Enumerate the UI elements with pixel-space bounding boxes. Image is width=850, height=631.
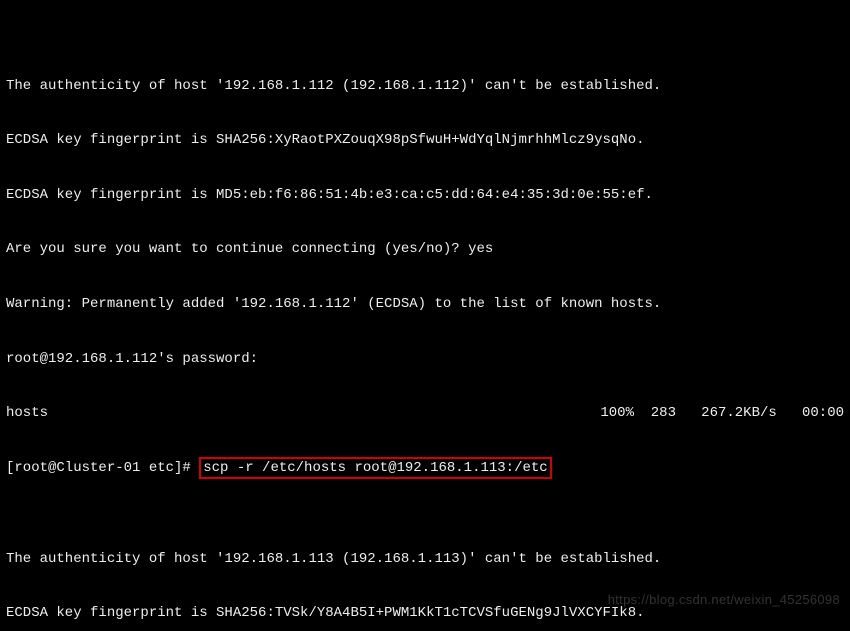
output-line: root@192.168.1.112's password: bbox=[6, 350, 844, 368]
transfer-stats: 100% 283 267.2KB/s 00:00 bbox=[600, 404, 844, 422]
shell-prompt: [root@Cluster-01 etc]# bbox=[6, 460, 199, 476]
scp-progress-line: hosts 100% 283 267.2KB/s 00:00 bbox=[6, 404, 844, 422]
output-line: The authenticity of host '192.168.1.112 … bbox=[6, 77, 844, 95]
output-line: Warning: Permanently added '192.168.1.11… bbox=[6, 295, 844, 313]
output-line: ECDSA key fingerprint is MD5:eb:f6:86:51… bbox=[6, 186, 844, 204]
terminal-output[interactable]: The authenticity of host '192.168.1.112 … bbox=[0, 0, 850, 631]
output-line: ECDSA key fingerprint is SHA256:XyRaotPX… bbox=[6, 131, 844, 149]
output-line: Are you sure you want to continue connec… bbox=[6, 240, 844, 258]
output-line: The authenticity of host '192.168.1.113 … bbox=[6, 550, 844, 568]
shell-prompt-line: [root@Cluster-01 etc]# scp -r /etc/hosts… bbox=[6, 459, 844, 477]
highlighted-command: scp -r /etc/hosts root@192.168.1.113:/et… bbox=[199, 457, 551, 479]
output-line: ECDSA key fingerprint is SHA256:TVSk/Y8A… bbox=[6, 604, 844, 622]
transfer-file: hosts bbox=[6, 404, 48, 422]
